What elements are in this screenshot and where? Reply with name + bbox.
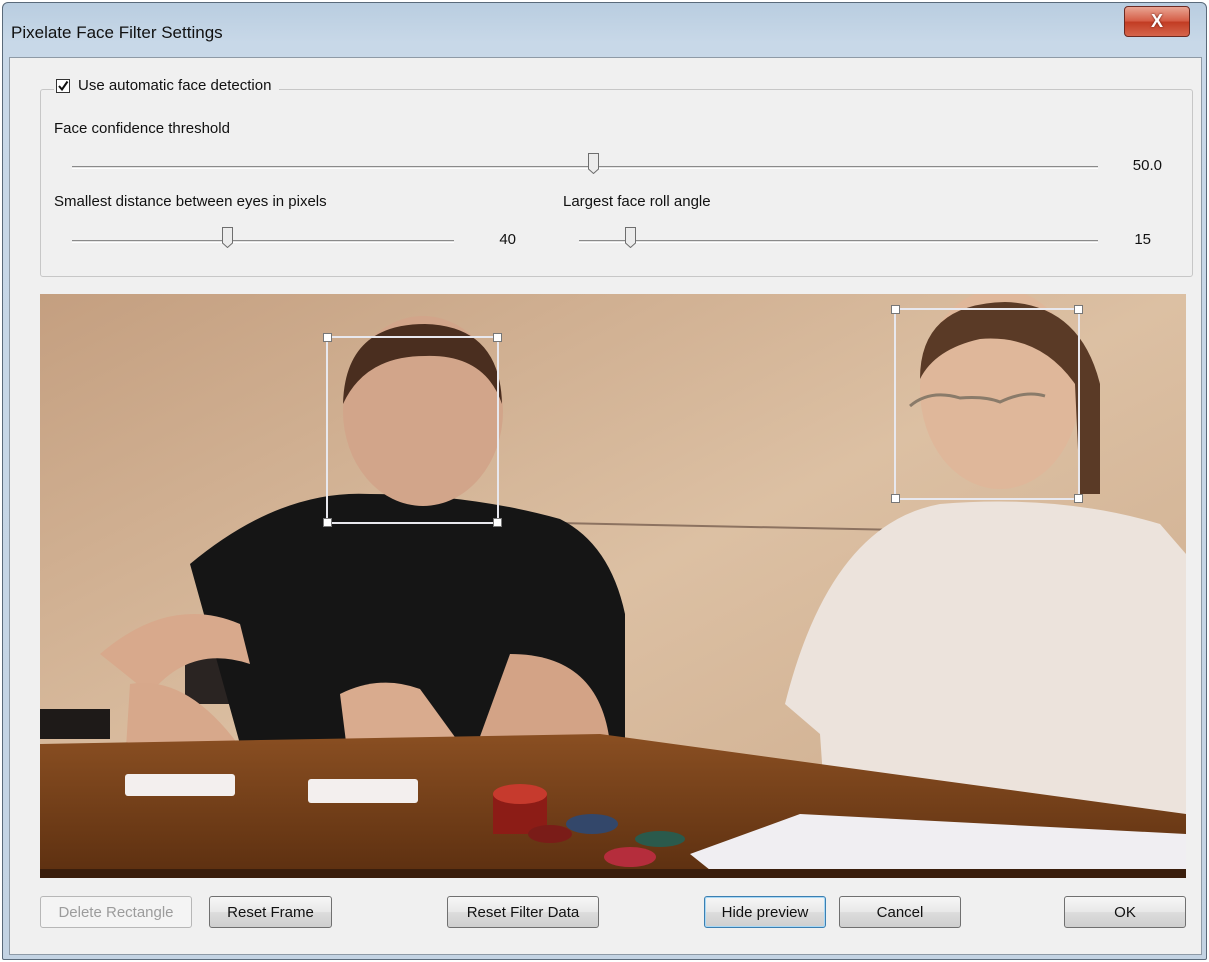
checkmark-icon xyxy=(58,80,69,91)
resize-handle[interactable] xyxy=(891,305,900,314)
face-rectangle-1[interactable] xyxy=(323,333,502,527)
resize-handle[interactable] xyxy=(1074,305,1083,314)
ok-button[interactable]: OK xyxy=(1064,896,1186,928)
preview-image[interactable] xyxy=(40,294,1186,878)
title-bar[interactable]: Pixelate Face Filter Settings X xyxy=(3,3,1206,58)
delete-rectangle-button[interactable]: Delete Rectangle xyxy=(40,896,192,928)
resize-handle[interactable] xyxy=(1074,494,1083,503)
dialog-window: Pixelate Face Filter Settings X Use auto… xyxy=(2,2,1207,960)
face-detection-group xyxy=(40,89,1193,277)
eye-distance-value: 40 xyxy=(499,231,516,248)
hide-preview-button[interactable]: Hide preview xyxy=(704,896,826,928)
resize-handle[interactable] xyxy=(493,518,502,527)
resize-handle[interactable] xyxy=(493,333,502,342)
roll-angle-slider-track[interactable] xyxy=(579,240,1098,243)
reset-filter-data-button[interactable]: Reset Filter Data xyxy=(447,896,599,928)
confidence-slider-track[interactable] xyxy=(72,166,1098,169)
close-icon: X xyxy=(1150,11,1163,31)
confidence-label: Face confidence threshold xyxy=(54,120,230,137)
eye-distance-slider-thumb[interactable] xyxy=(222,227,233,248)
dialog-body: Use automatic face detection Face confid… xyxy=(9,57,1202,955)
reset-frame-button[interactable]: Reset Frame xyxy=(209,896,332,928)
roll-angle-label: Largest face roll angle xyxy=(563,193,711,210)
roll-angle-value: 15 xyxy=(1134,231,1151,248)
face-detection-legend: Use automatic face detection xyxy=(54,77,280,94)
auto-detection-label: Use automatic face detection xyxy=(78,77,272,94)
window-title: Pixelate Face Filter Settings xyxy=(11,23,223,42)
face-rectangle-2[interactable] xyxy=(891,305,1083,503)
close-button[interactable]: X xyxy=(1124,6,1190,37)
confidence-value: 50.0 xyxy=(1132,157,1162,174)
confidence-slider-thumb[interactable] xyxy=(588,153,599,174)
resize-handle[interactable] xyxy=(323,333,332,342)
auto-detection-checkbox[interactable] xyxy=(56,78,70,93)
roll-angle-slider-thumb[interactable] xyxy=(625,227,636,248)
resize-handle[interactable] xyxy=(323,518,332,527)
eye-distance-slider-track[interactable] xyxy=(72,240,454,243)
cancel-button[interactable]: Cancel xyxy=(839,896,961,928)
eye-distance-label: Smallest distance between eyes in pixels xyxy=(54,193,327,210)
resize-handle[interactable] xyxy=(891,494,900,503)
